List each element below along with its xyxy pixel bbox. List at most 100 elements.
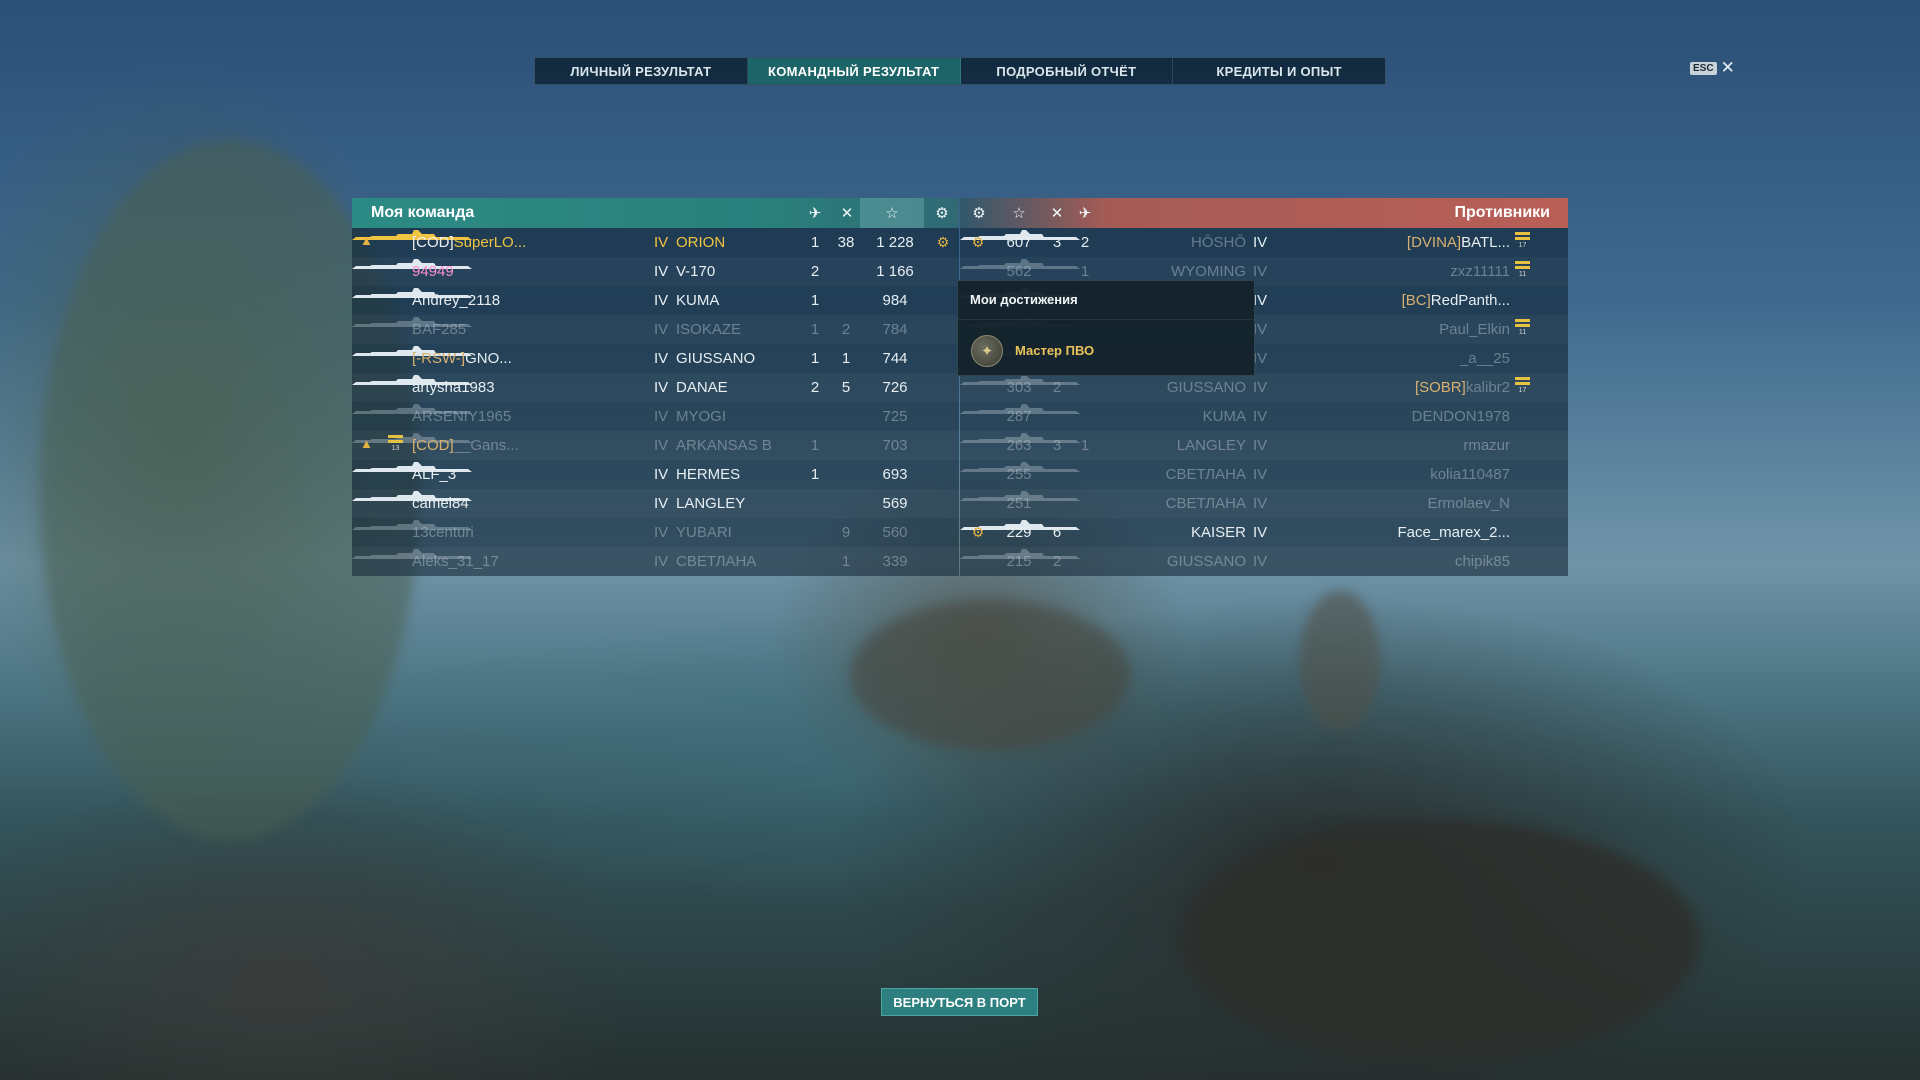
base-xp: 784: [882, 321, 908, 338]
background-rock: [1180, 820, 1700, 1060]
planes-destroyed-icon[interactable]: ✈: [798, 198, 832, 228]
ship-tier: IV: [1253, 263, 1268, 280]
planes-destroyed: 1: [810, 234, 820, 251]
base-xp: 229: [1006, 524, 1032, 541]
table-row[interactable]: 287 KUMA IV DENDON1978: [960, 402, 1568, 431]
player-nick: zxz11111: [1450, 263, 1510, 280]
planes-destroyed: 1: [810, 321, 820, 338]
table-row[interactable]: 94949 IV V-170 2 1 166: [352, 257, 959, 286]
table-row[interactable]: artysha1983 IV DANAE 2 5 726: [352, 373, 959, 402]
aa-master-badge-icon: ✦: [971, 335, 1003, 367]
achievements-tooltip: Мои достижения ✦ Мастер ПВО: [957, 280, 1255, 376]
star-icon[interactable]: ☆: [1002, 198, 1036, 228]
table-row[interactable]: 215 2 GIUSSANO IV chipik85: [960, 547, 1568, 576]
base-xp: 1 228: [876, 234, 914, 251]
planes-destroyed: 2: [1080, 234, 1090, 251]
ship-tier: IV: [1253, 524, 1268, 541]
player-name[interactable]: Paul_Elkin: [1439, 321, 1510, 338]
table-row[interactable]: 251 СВЕТЛАНА IV Ermolaev_N: [960, 489, 1568, 518]
tab-1[interactable]: ЛИЧНЫЙ РЕЗУЛЬТАТ: [535, 58, 748, 84]
esc-key-badge: ESC: [1690, 61, 1717, 75]
ship-tier: IV: [654, 408, 669, 425]
kills-count: 9: [841, 524, 851, 541]
player-name[interactable]: [COD]SuperLO...: [412, 234, 526, 251]
player-name[interactable]: Aleks_31_17: [412, 553, 499, 570]
table-row[interactable]: ⚙ 229 6 KAISER IV Face_marex_2...: [960, 518, 1568, 547]
rank-flag-icon: 11: [1515, 261, 1530, 278]
table-row[interactable]: 303 2 GIUSSANO IV [SOBR]kalibr2 17: [960, 373, 1568, 402]
player-name[interactable]: 13centuri: [412, 524, 474, 541]
player-name[interactable]: artysha1983: [412, 379, 495, 396]
table-row[interactable]: ▲ [COD]SuperLO... IV ORION 1 38 1 228 ⚙: [352, 228, 959, 257]
player-name[interactable]: [SOBR]kalibr2: [1415, 379, 1510, 396]
clan-tag: [DVINA]: [1406, 234, 1462, 251]
player-name[interactable]: Andrey_2118: [412, 292, 500, 309]
achievement-icon[interactable]: ⚙: [928, 234, 958, 251]
player-name[interactable]: zxz11111: [1450, 263, 1510, 280]
player-name[interactable]: [DVINA]BATL...: [1407, 234, 1510, 251]
table-row[interactable]: ALF_3 IV HERMES 1 693: [352, 460, 959, 489]
achievement-icon[interactable]: ⚙: [965, 234, 991, 251]
player-name[interactable]: [BC]RedPanth...: [1402, 292, 1510, 309]
ship-name: KUMA: [676, 292, 720, 309]
table-row[interactable]: [-RSW-]GNO... IV GIUSSANO 1 1 744: [352, 344, 959, 373]
achievement-icon[interactable]: ⚙: [925, 198, 959, 228]
tab-2[interactable]: КОМАНДНЫЙ РЕЗУЛЬТАТ: [747, 58, 961, 84]
result-tabs: ЛИЧНЫЙ РЕЗУЛЬТАТ КОМАНДНЫЙ РЕЗУЛЬТАТ ПОДРО…: [534, 57, 1386, 85]
player-name[interactable]: _a__25: [1460, 350, 1510, 367]
star-icon[interactable]: ☆: [860, 198, 924, 228]
player-name[interactable]: kolia110487: [1430, 466, 1510, 483]
player-name[interactable]: BAF285: [412, 321, 466, 338]
ship-tier: IV: [654, 263, 669, 280]
player-name[interactable]: [COD]__Gans...: [412, 437, 519, 454]
table-row[interactable]: ARSENIY1965 IV MYOGI 725: [352, 402, 959, 431]
table-row[interactable]: BAF285 IV ISOKAZE 1 2 784: [352, 315, 959, 344]
ship-tier: IV: [654, 292, 669, 309]
table-row[interactable]: ⚙ 607 3 2 HŌSHŌ IV [DVINA]BATL... 17: [960, 228, 1568, 257]
planes-destroyed-icon[interactable]: ✈: [1068, 198, 1102, 228]
player-nick: BATL...: [1461, 234, 1510, 251]
player-name[interactable]: Face_marex_2...: [1397, 524, 1510, 541]
base-xp: 263: [1006, 437, 1032, 454]
base-xp: 569: [882, 495, 908, 512]
base-xp: 251: [1006, 495, 1032, 512]
base-xp: 303: [1006, 379, 1032, 396]
kills-icon[interactable]: ✕: [830, 198, 864, 228]
table-row[interactable]: camel84 IV LANGLEY 569: [352, 489, 959, 518]
tab-3[interactable]: ПОДРОБНЫЙ ОТЧЁТ: [961, 58, 1174, 84]
ship-tier: IV: [1253, 379, 1268, 396]
ship-tier: IV: [654, 379, 669, 396]
player-name[interactable]: 94949: [412, 263, 454, 280]
player-name[interactable]: DENDON1978: [1412, 408, 1510, 425]
achievement-icon[interactable]: ⚙: [965, 524, 991, 541]
kills-count: 2: [1052, 553, 1062, 570]
achievement-icon[interactable]: ⚙: [962, 198, 996, 228]
ship-name: YUBARI: [676, 524, 732, 541]
player-name[interactable]: rmazur: [1463, 437, 1510, 454]
ship-tier: IV: [654, 495, 669, 512]
player-name[interactable]: Ermolaev_N: [1427, 495, 1510, 512]
ship-name: ISOKAZE: [676, 321, 742, 338]
kills-count: 3: [1052, 234, 1062, 251]
table-row[interactable]: 13centuri IV YUBARI 9 560: [352, 518, 959, 547]
player-nick: Face_marex_2...: [1397, 524, 1510, 541]
rank-flag-icon: 11: [1515, 319, 1530, 336]
player-name[interactable]: ARSENIY1965: [412, 408, 511, 425]
tab-4[interactable]: КРЕДИТЫ И ОПЫТ: [1173, 58, 1385, 84]
table-row[interactable]: 263 3 1 LANGLEY IV rmazur: [960, 431, 1568, 460]
player-nick: ALF_3: [412, 466, 457, 483]
ship-name: LANGLEY: [676, 495, 746, 512]
player-name[interactable]: ALF_3: [412, 466, 456, 483]
table-row[interactable]: 255 СВЕТЛАНА IV kolia110487: [960, 460, 1568, 489]
table-row[interactable]: ▲ 13 [COD]__Gans... IV ARKANSAS B 1 703: [352, 431, 959, 460]
table-row[interactable]: Andrey_2118 IV KUMA 1 984: [352, 286, 959, 315]
player-name[interactable]: camel84: [412, 495, 469, 512]
player-name[interactable]: [-RSW-]GNO...: [412, 350, 512, 367]
close-button[interactable]: ESC ✕: [1690, 59, 1735, 76]
table-row[interactable]: Aleks_31_17 IV СВЕТЛАНА 1 339: [352, 547, 959, 576]
planes-destroyed: 1: [810, 437, 820, 454]
player-name[interactable]: chipik85: [1455, 553, 1510, 570]
return-to-port-button[interactable]: ВЕРНУТЬСЯ В ПОРТ: [881, 988, 1038, 1016]
clan-tag: [BC]: [1401, 292, 1431, 309]
ship-tier: IV: [1253, 437, 1268, 454]
